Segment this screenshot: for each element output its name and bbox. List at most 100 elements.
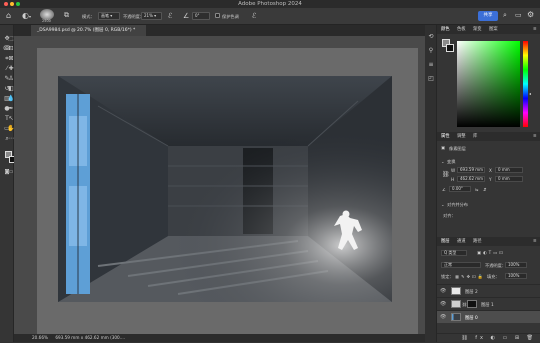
layer-thumbnail — [451, 313, 461, 321]
tab-adjustments[interactable]: 调整 — [457, 132, 466, 141]
lock-icons[interactable]: ▦✎✥⊡🔒 — [455, 274, 485, 280]
airbrush-icon[interactable]: ℰ — [168, 12, 172, 20]
layer-thumbnail — [451, 287, 461, 295]
tab-layers[interactable]: 图层 — [441, 237, 450, 246]
brush-settings-icon[interactable]: ⧉ — [64, 11, 69, 20]
tab-patterns[interactable]: 图案 — [489, 25, 498, 34]
tab-libraries[interactable]: 库 — [473, 132, 477, 141]
layer-name: 图层 1 — [481, 303, 494, 308]
panel-menu-icon[interactable]: ≡ — [533, 237, 537, 246]
align-chevron-icon[interactable]: ⌄ — [441, 202, 445, 207]
history-panel-icon[interactable]: ⟲ — [427, 33, 435, 40]
layer-row[interactable]: 👁 图层 2 — [437, 284, 540, 297]
fill-label: 填充： — [487, 274, 500, 279]
zoom-level[interactable]: 20.66% — [32, 335, 48, 340]
transform-section-label: 变换 — [447, 159, 456, 164]
settings-gear-icon[interactable]: ⚙ — [527, 10, 534, 19]
panel-icon-strip: ⟲ ⚲ ≡ ◰ — [425, 25, 437, 342]
adjustments-panel-icon[interactable]: ≡ — [427, 61, 435, 68]
height-field[interactable]: 462.62 mm — [457, 176, 485, 182]
flip-horizontal-icon[interactable]: ⇋ — [475, 187, 479, 192]
protect-tones-label: 保护色调 — [222, 14, 239, 19]
tab-paths[interactable]: 路径 — [473, 237, 482, 246]
lock-label: 锁定： — [441, 274, 454, 279]
layer-filter-select[interactable]: Q 类型 — [441, 250, 467, 256]
y-field[interactable]: 0 mm — [495, 176, 523, 182]
layer-mask-thumbnail[interactable] — [467, 300, 477, 308]
share-button[interactable]: 共享 — [478, 11, 498, 21]
title-bar: Adobe Photoshop 2024 — [0, 0, 540, 8]
tab-swatches[interactable]: 色板 — [457, 25, 466, 34]
protect-tones-checkbox[interactable] — [215, 13, 220, 18]
tab-properties[interactable]: 属性 — [441, 132, 450, 141]
transform-chevron-icon[interactable]: ⌄ — [441, 159, 445, 164]
link-dimensions-icon[interactable]: ⛓ — [442, 171, 450, 178]
layer-name: 图层 0 — [465, 316, 478, 321]
layer-filter-icons[interactable]: ▣◐T▭⊡ — [477, 250, 505, 255]
layer-row-selected[interactable]: 👁 图层 0 — [437, 310, 540, 323]
color-panel-tabs: 颜色 色板 渐变 图案 ≡ — [437, 25, 540, 34]
y-label: Y — [489, 177, 492, 182]
app-title: Adobe Photoshop 2024 — [238, 1, 302, 7]
document-tab-label: _DSA9984.psd @ 20.7% (图层 0, RGB/16*) * — [37, 28, 136, 33]
visibility-eye-icon[interactable]: 👁 — [440, 314, 446, 320]
document-tab[interactable]: _DSA9984.psd @ 20.7% (图层 0, RGB/16*) * — [31, 25, 146, 36]
width-field[interactable]: 693.59 mm — [457, 167, 485, 173]
layers-footer-icons[interactable]: ⛓ fx ◐ ▭ ⊞ 🗑 — [437, 333, 540, 342]
layer-row[interactable]: 👁 ⛓ 图层 1 — [437, 297, 540, 310]
layer-opacity-label: 不透明度： — [485, 263, 506, 268]
zoom-window-icon[interactable] — [16, 2, 20, 6]
visibility-eye-icon[interactable]: 👁 — [440, 288, 446, 294]
workspace-icon[interactable]: ▭ — [515, 11, 522, 19]
panel-menu-icon[interactable]: ≡ — [533, 25, 537, 34]
document-image[interactable] — [58, 76, 392, 302]
mode-select[interactable]: 画笔 ▾ — [98, 12, 120, 20]
properties-panel-tabs: 属性 调整 库 ≡ — [437, 132, 540, 141]
search-icon[interactable]: ⌕ — [503, 11, 507, 20]
tool-bar: ✥ ⬚ ↂ ⊡ ⌗ ⊠ ⁄ ✚ ✎ ♙ ↺ ◧ ▥ 💧 ● ✒ T ↖ ▭ ✋ … — [0, 25, 16, 342]
mode-label: 模式： — [82, 14, 95, 19]
opacity-select[interactable]: 21% ▾ — [141, 12, 162, 20]
layer-type-label: 像素图层 — [449, 146, 466, 151]
x-label: X — [489, 168, 492, 173]
x-field[interactable]: 0 mm — [495, 167, 523, 173]
corridor-photo — [58, 76, 392, 302]
pixel-layer-icon: ▣ — [441, 145, 445, 150]
layers-panel-tabs: 图层 通道 路径 ≡ — [437, 237, 540, 246]
layer-thumbnail — [451, 300, 461, 308]
width-label: W — [451, 168, 456, 173]
angle-field[interactable]: 0° — [192, 12, 210, 20]
angle-field[interactable]: 0.00° — [449, 186, 471, 192]
hue-slider-handle-icon[interactable]: ◂ — [529, 91, 531, 96]
right-panels: 颜色 色板 渐变 图案 ≡ ◂ 属性 调整 库 ≡ ▣ 像素图层 ⌄ 变换 ⛓ … — [437, 25, 540, 342]
pressure-icon[interactable]: ℰ — [252, 12, 256, 20]
home-icon[interactable]: ⌂ — [6, 11, 11, 20]
layer-opacity-field[interactable]: 100% — [505, 262, 527, 268]
angle-icon: ∠ — [442, 187, 446, 192]
panel-background-swatch[interactable] — [446, 44, 454, 52]
brush-size-label: 2500 — [42, 19, 51, 23]
layer-name: 图层 2 — [465, 290, 478, 295]
angle-icon[interactable]: ∠ — [183, 12, 189, 20]
hue-slider[interactable] — [523, 41, 528, 127]
panel-menu-icon[interactable]: ≡ — [533, 132, 537, 141]
blend-mode-select[interactable]: 正常 — [441, 262, 481, 268]
visibility-eye-icon[interactable]: 👁 — [440, 301, 446, 307]
options-bar: ⌂ ◐ ▾ 2500 ⧉ 模式： 画笔 ▾ 不透明度： 21% ▾ ℰ ∠ 0°… — [0, 8, 540, 25]
close-window-icon[interactable] — [4, 2, 8, 6]
properties-panel-icon[interactable]: ◰ — [427, 75, 435, 82]
tab-channels[interactable]: 通道 — [457, 237, 466, 246]
align-sub-label: 对齐： — [443, 213, 456, 218]
flip-vertical-icon[interactable]: ⇵ — [483, 187, 487, 192]
fill-field[interactable]: 100% — [505, 273, 527, 279]
height-label: H — [451, 177, 455, 182]
brush-panel-icon[interactable]: ⚲ — [427, 47, 435, 54]
minimize-window-icon[interactable] — [10, 2, 14, 6]
document-info[interactable]: 693.59 mm x 462.62 mm (300.... — [55, 335, 125, 340]
tab-color[interactable]: 颜色 — [441, 25, 450, 34]
dodge-tool-icon[interactable]: ◐ — [22, 11, 29, 20]
tab-gradients[interactable]: 渐变 — [473, 25, 482, 34]
status-bar: 20.66% 693.59 mm x 462.62 mm (300.... — [14, 334, 425, 342]
color-field[interactable] — [457, 41, 520, 127]
align-section-label: 对齐并分布 — [447, 202, 468, 207]
